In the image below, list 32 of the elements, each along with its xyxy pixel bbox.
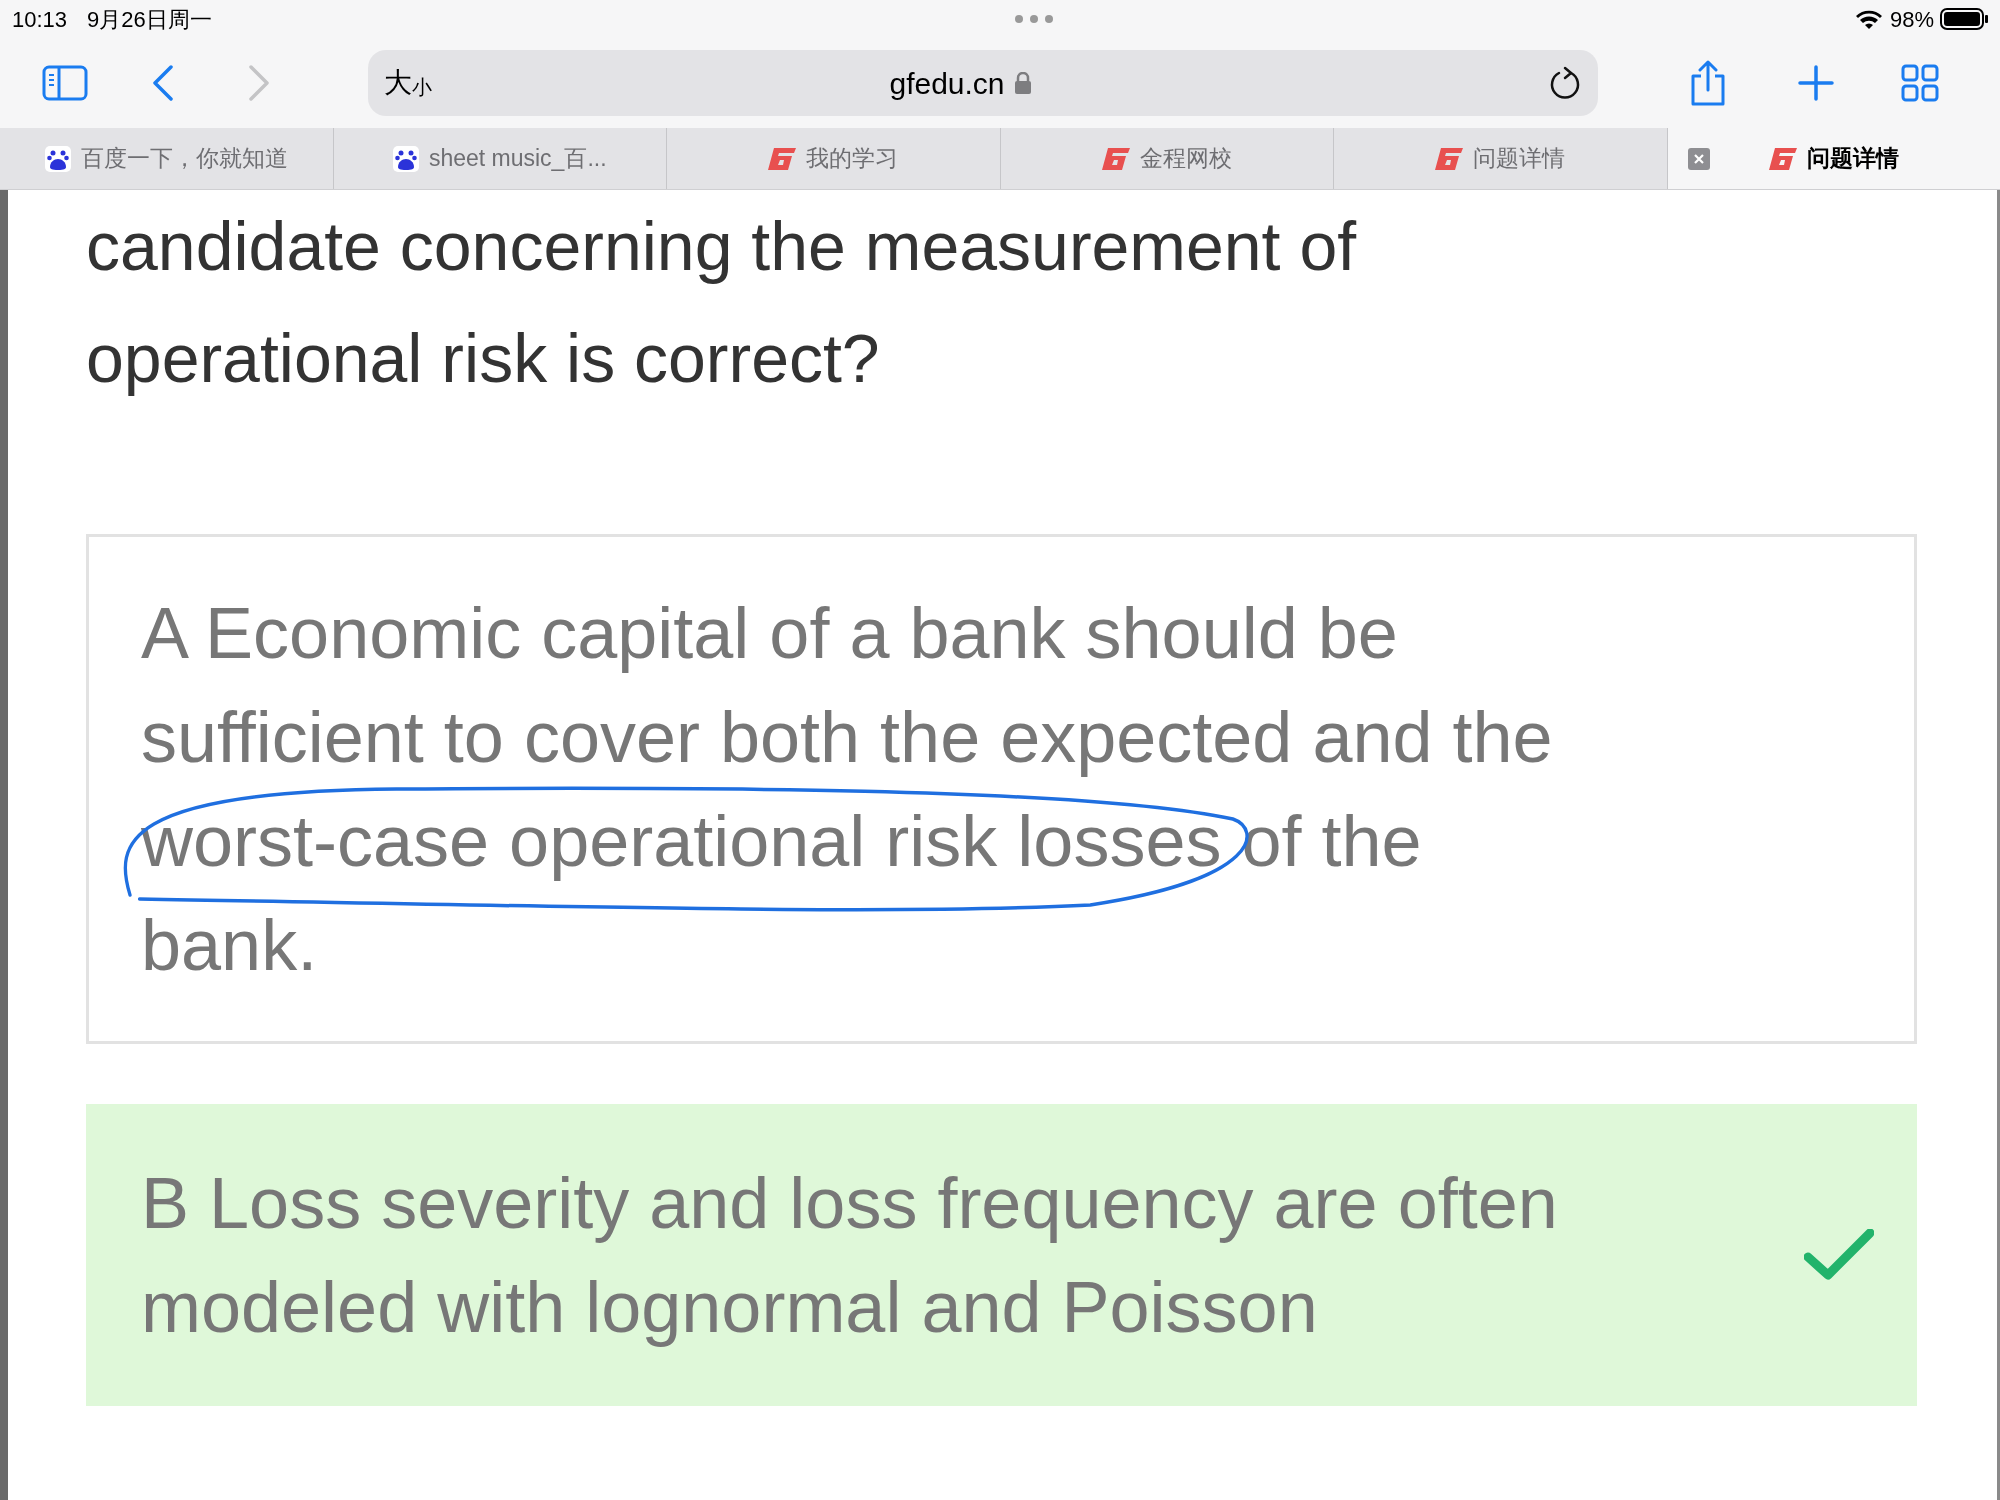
- status-time: 10:13: [12, 5, 68, 34]
- text-size-button[interactable]: 大小: [384, 69, 432, 97]
- logo-icon: [1768, 147, 1797, 170]
- browser-tab[interactable]: 我的学习: [667, 128, 1001, 189]
- battery-percent: 98%: [1889, 5, 1934, 34]
- tab-overview-button[interactable]: [1900, 63, 1940, 103]
- more-dots-icon: [1013, 14, 1054, 24]
- logo-icon: [1435, 147, 1464, 170]
- battery-icon: [1940, 8, 1988, 30]
- new-tab-button[interactable]: [1796, 63, 1836, 103]
- option-text: A Economic capital of a bank should be sufficient to cover both the expected and the worst-case operational risk losses of the bank.: [141, 581, 1581, 997]
- option-text: B Loss severity and loss frequency are often modeled with lognormal and Poisson: [141, 1162, 1559, 1349]
- lock-icon: [1014, 72, 1031, 94]
- reload-button[interactable]: [1548, 66, 1582, 100]
- browser-tab[interactable]: 问题详情: [1334, 128, 1668, 189]
- close-icon[interactable]: [1687, 147, 1710, 170]
- answer-option[interactable]: B Loss severity and loss frequency are often modeled with lognormal and Poisson: [86, 1104, 1917, 1406]
- question-text: candidate concerning the measurement of operational risk is correct?: [86, 207, 1358, 398]
- status-date: 9月26日周一: [87, 5, 212, 34]
- url-text: gfedu.cn: [889, 65, 1005, 102]
- browser-tab[interactable]: sheet music_百...: [333, 128, 667, 189]
- logo-icon: [1101, 147, 1130, 170]
- answer-option[interactable]: A Economic capital of a bank should be sufficient to cover both the expected and the worst-case operational risk losses of the bank.: [86, 534, 1917, 1044]
- browser-tab[interactable]: 金程网校: [1000, 128, 1334, 189]
- checkmark-icon: [1804, 1229, 1874, 1281]
- sidebar-button[interactable]: [40, 63, 90, 103]
- logo-icon: [768, 147, 797, 170]
- paw-icon: [392, 145, 419, 172]
- paw-icon: [44, 145, 71, 172]
- browser-tab[interactable]: 百度一下，你就知道: [0, 128, 334, 189]
- wifi-icon: [1855, 9, 1882, 29]
- address-bar[interactable]: 大小 gfedu.cn: [368, 50, 1598, 116]
